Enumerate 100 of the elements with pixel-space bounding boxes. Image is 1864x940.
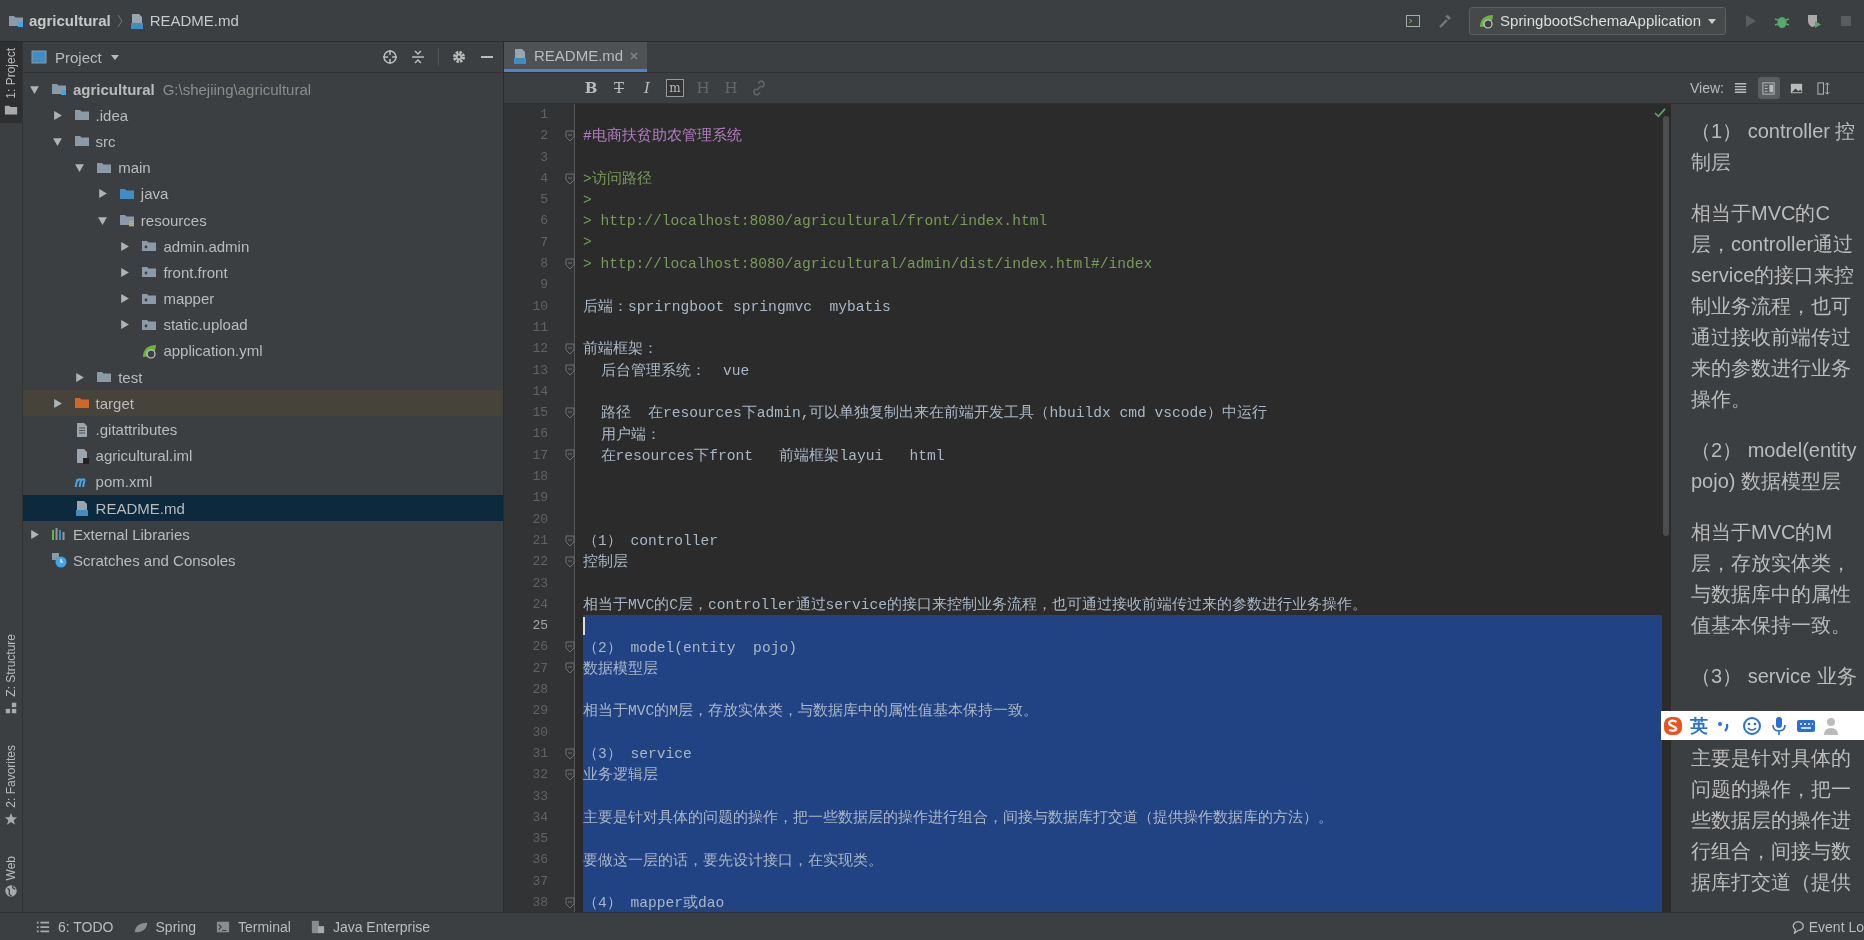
code-line: 前端框架： — [583, 339, 658, 359]
tree-item[interactable]: agricultural G:\shejiing\agricultural — [23, 76, 503, 103]
line-number: 25 — [531, 617, 549, 636]
tool-window-tab[interactable]: Z: Structure — [0, 628, 22, 721]
tree-item[interactable]: README.md — [23, 495, 503, 522]
window-icon[interactable] — [1405, 12, 1422, 29]
code-line: （1） controller — [583, 532, 719, 551]
tree-item[interactable]: External Libraries — [23, 521, 503, 548]
collapse-icon[interactable] — [410, 49, 426, 65]
expand-arrow-icon[interactable] — [119, 319, 131, 331]
tree-item[interactable]: static.upload — [23, 311, 503, 338]
fold-marker-icon[interactable] — [564, 449, 575, 462]
blocks-icon — [4, 700, 18, 715]
tool-window-button[interactable]: 6: TODO — [36, 918, 114, 935]
code-line: > — [583, 191, 592, 208]
tool-window-button[interactable]: Spring — [133, 918, 196, 935]
project-view-dropdown[interactable]: Project — [31, 48, 120, 66]
expand-arrow-icon[interactable] — [119, 293, 131, 305]
expand-arrow-icon[interactable] — [96, 188, 108, 200]
layout-icon — [1733, 80, 1749, 96]
fold-marker-icon[interactable] — [564, 172, 575, 185]
tree-item[interactable]: pom.xml — [23, 468, 503, 495]
expand-arrow-icon[interactable] — [119, 240, 131, 252]
format-button[interactable]: B — [582, 79, 600, 97]
fold-marker-icon[interactable] — [564, 342, 575, 355]
fold-marker-icon[interactable] — [564, 768, 575, 781]
expand-arrow-icon[interactable] — [51, 397, 63, 409]
hammer-icon[interactable] — [1437, 12, 1454, 29]
tool-window-tab[interactable]: Web — [0, 849, 22, 904]
leaf-icon — [1478, 12, 1495, 29]
bars-icon — [51, 526, 67, 543]
format-button[interactable]: T — [610, 79, 628, 97]
expand-arrow-icon[interactable] — [74, 371, 86, 383]
format-button[interactable]: I — [638, 79, 656, 97]
expand-arrow-icon[interactable] — [96, 214, 108, 226]
fold-marker-icon[interactable] — [564, 364, 575, 377]
tool-window-tab[interactable]: 2: Favorites — [0, 738, 22, 832]
tool-window-button[interactable]: Terminal — [216, 918, 291, 935]
tree-item[interactable]: agricultural.iml — [23, 442, 503, 469]
preview-text: 相当于MVC的M层，存放实体类，与数据库中的属性值基本保持一致。 — [1691, 520, 1852, 638]
code-line: （4） mapper或dao — [583, 893, 725, 912]
tree-item[interactable]: test — [23, 364, 503, 391]
expand-arrow-icon[interactable] — [29, 83, 40, 95]
list-icon — [36, 919, 50, 934]
run-configuration-dropdown[interactable]: SpringbootSchemaApplication — [1469, 6, 1726, 35]
fold-marker-icon[interactable] — [564, 662, 575, 675]
tool-window-tab[interactable]: 1: Project — [0, 42, 22, 123]
code-line: 主要是针对具体的问题的操作，把一些数据层的操作进行组合，间接与数据库打交道（提供操作数据库的方法）。 — [583, 808, 1333, 827]
crosshair-icon[interactable] — [382, 49, 398, 65]
settings-icon[interactable] — [451, 49, 467, 65]
tree-item[interactable]: front.front — [23, 259, 503, 286]
tree-item[interactable]: src — [23, 128, 503, 155]
fold-marker-icon[interactable] — [564, 641, 575, 654]
tree-item[interactable]: application.yml — [23, 337, 503, 365]
code-line: 相当于MVC的C层，controller通过service的接口来控制业务流程，也可通过接收前端传过来的参数进行业务操作。 — [583, 595, 1367, 614]
tree-item[interactable]: .idea — [23, 102, 503, 129]
fold-marker-icon[interactable] — [564, 129, 575, 142]
smiley-icon[interactable] — [1742, 715, 1762, 736]
editor-tab[interactable]: README.md — [504, 42, 648, 72]
view-mode-button[interactable] — [1758, 77, 1780, 99]
tree-item[interactable]: mapper — [23, 285, 503, 312]
scrollbar-thumb[interactable] — [1663, 116, 1669, 536]
format-button[interactable]: m — [666, 79, 684, 97]
tree-item[interactable]: Scratches and Consoles — [23, 547, 503, 574]
folder-icon — [118, 212, 135, 229]
code-line: #电商扶贫助农管理系统 — [583, 126, 742, 146]
terminal-icon — [216, 919, 230, 934]
code-line: 相当于MVC的M层，存放实体类，与数据库中的属性值基本保持一致。 — [583, 701, 1039, 721]
shield-icon[interactable] — [1806, 12, 1822, 29]
tool-window-button[interactable]: Java Enterprise — [310, 918, 431, 935]
tree-item[interactable]: target — [23, 390, 503, 417]
fold-marker-icon[interactable] — [564, 534, 575, 547]
code-line: > — [583, 234, 592, 251]
microphone-icon[interactable] — [1769, 715, 1789, 736]
fold-marker-icon[interactable] — [564, 747, 575, 760]
fold-marker-icon[interactable] — [564, 896, 575, 909]
expand-arrow-icon[interactable] — [29, 528, 40, 540]
code-line: 后端：sprirngboot springmvc mybatis — [583, 297, 891, 316]
expand-arrow-icon[interactable] — [51, 135, 63, 147]
tree-item[interactable]: java — [23, 180, 503, 207]
tree-item[interactable]: resources — [23, 206, 503, 234]
input-mode-toggle[interactable]: 英 — [1690, 713, 1708, 738]
expand-arrow-icon[interactable] — [51, 109, 63, 121]
breadcrumb-item[interactable]: README.md — [149, 12, 239, 29]
tree-item[interactable]: .gitattributes — [23, 416, 503, 443]
tree-item[interactable]: main — [23, 154, 503, 181]
event-log-button[interactable]: Event Lo — [1790, 918, 1864, 935]
expand-arrow-icon[interactable] — [74, 162, 86, 174]
fold-marker-icon[interactable] — [564, 406, 575, 419]
expand-arrow-icon[interactable] — [119, 266, 131, 278]
breadcrumb-item[interactable]: agricultural — [29, 12, 111, 29]
code-line: > http://localhost:8080/agricultural/admin/dist/index.html#/index — [583, 255, 1153, 272]
building-icon — [310, 919, 325, 934]
fold-marker-icon[interactable] — [564, 257, 575, 270]
caret-icon — [109, 52, 120, 62]
code-editor[interactable] — [504, 104, 1670, 912]
folder-icon — [51, 81, 67, 98]
code-line: 路径 在resources下admin,可以单独复制出来在前端开发工具（hbuildx cmd vscode）中运行 — [599, 403, 1268, 423]
tree-item[interactable]: admin.admin — [23, 233, 503, 260]
fold-marker-icon[interactable] — [564, 555, 575, 568]
